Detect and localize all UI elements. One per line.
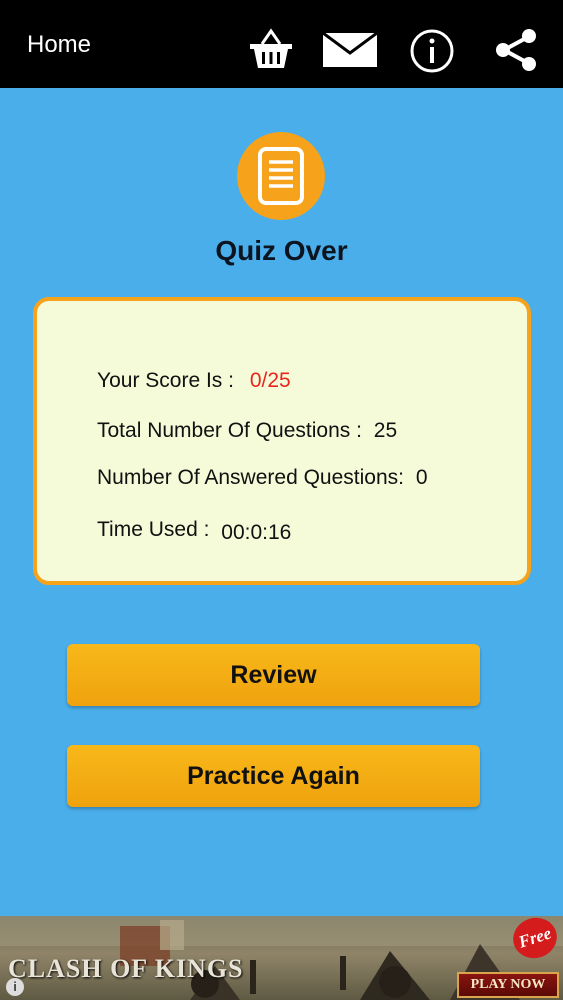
total-questions-value: 25 xyxy=(373,419,398,442)
time-used-row: Time Used : 00:0:16 xyxy=(97,518,292,544)
home-link[interactable]: Home xyxy=(27,31,91,59)
score-value: 0/25 xyxy=(249,369,291,392)
score-label: Your Score Is : xyxy=(97,369,234,392)
ad-banner[interactable]: CLASH OF KINGS Free PLAY NOW i xyxy=(0,916,563,1000)
answered-questions-value: 0 xyxy=(415,466,428,489)
ad-logo-text: CLASH OF KINGS xyxy=(8,954,244,983)
practice-again-button[interactable]: Practice Again xyxy=(67,745,480,807)
page-title: Quiz Over xyxy=(215,235,348,266)
answered-questions-label: Number Of Answered Questions: xyxy=(97,466,404,489)
document-icon xyxy=(258,147,304,205)
share-icon[interactable] xyxy=(494,28,538,72)
quiz-document-badge xyxy=(237,132,325,220)
ad-play-now-button[interactable]: PLAY NOW xyxy=(457,972,559,998)
total-questions-label: Total Number Of Questions : xyxy=(97,419,362,442)
answered-questions-row: Number Of Answered Questions: 0 xyxy=(97,466,428,490)
score-row: Your Score Is : 0/25 xyxy=(97,369,291,393)
mail-icon[interactable] xyxy=(323,33,377,67)
result-card: Your Score Is : 0/25 Total Number Of Que… xyxy=(33,297,531,585)
top-navigation-bar: Home xyxy=(0,0,563,88)
time-used-label: Time Used : xyxy=(97,518,210,541)
ad-info-icon[interactable]: i xyxy=(6,978,24,996)
info-icon[interactable] xyxy=(409,28,455,74)
basket-icon[interactable] xyxy=(248,28,294,70)
total-questions-row: Total Number Of Questions : 25 xyxy=(97,419,397,443)
review-button[interactable]: Review xyxy=(67,644,480,706)
time-used-value: 00:0:16 xyxy=(221,521,292,544)
